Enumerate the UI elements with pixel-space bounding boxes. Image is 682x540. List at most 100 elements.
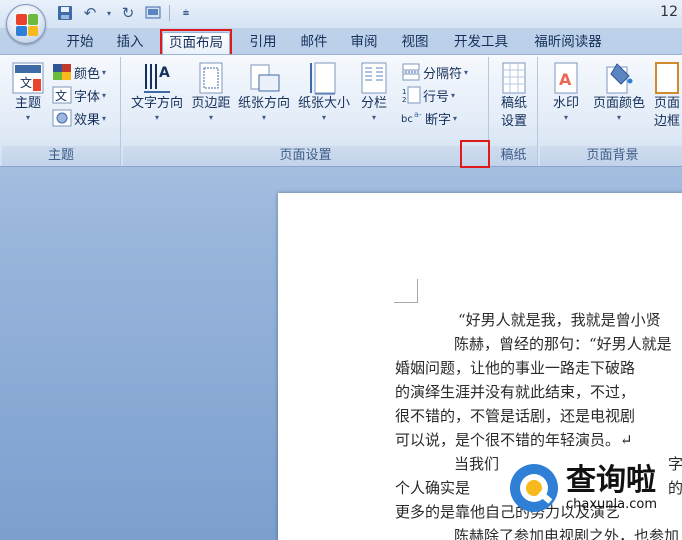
orientation-label: 纸张方向 bbox=[237, 96, 290, 111]
chevron-down-icon: ▾ bbox=[102, 67, 107, 77]
ribbon-tab-bar: 开始 插入 页面布局 引用 邮件 审阅 视图 开发工具 福昕阅读器 bbox=[0, 28, 682, 56]
qat-separator bbox=[169, 5, 170, 21]
themes-button[interactable]: 文 主题 ▾ bbox=[8, 61, 48, 123]
chevron-down-icon: ▾ bbox=[451, 90, 456, 100]
tab-home[interactable]: 开始 bbox=[60, 32, 100, 54]
chevron-down-icon: ▾ bbox=[25, 113, 30, 122]
chevron-down-icon: ▾ bbox=[321, 113, 326, 122]
office-logo-green bbox=[27, 14, 38, 25]
columns-label: 分栏 bbox=[360, 96, 387, 111]
svg-text:bc: bc bbox=[401, 114, 413, 125]
theme-effects-button[interactable]: 效果 ▾ bbox=[52, 107, 106, 129]
office-logo-red bbox=[16, 14, 27, 25]
chevron-down-icon: ▾ bbox=[453, 113, 458, 123]
print-preview-icon[interactable] bbox=[142, 3, 164, 23]
quick-access-toolbar: ↶ ▾ ↻ ⩧ bbox=[54, 3, 197, 23]
theme-colors-button[interactable]: 颜色 ▾ bbox=[52, 61, 106, 83]
watermark-button[interactable]: A 水印 ▾ bbox=[546, 61, 586, 123]
customize-qat-icon[interactable]: ⩧ bbox=[175, 3, 197, 23]
svg-text:2: 2 bbox=[402, 96, 406, 104]
size-label: 纸张大小 bbox=[297, 96, 350, 111]
watermark-domain: chaxunla.com bbox=[566, 497, 657, 512]
text-direction-label: 文字方向 bbox=[130, 96, 183, 111]
paper-size-icon bbox=[310, 62, 336, 95]
tab-developer[interactable]: 开发工具 bbox=[448, 32, 514, 54]
theme-group: 文 主题 ▾ 颜色 ▾ 文 字体 ▾ 效果 ▾ 主题 bbox=[2, 57, 121, 166]
chevron-down-icon: ▾ bbox=[208, 113, 213, 122]
manuscript-group-label: 稿纸 bbox=[490, 146, 537, 166]
office-logo-yellow bbox=[27, 25, 38, 36]
manuscript-settings-label-2: 设置 bbox=[500, 114, 527, 129]
document-line: 可以说，是个很不错的年轻演员。↵ bbox=[395, 431, 633, 449]
watermark-logo-icon bbox=[508, 462, 560, 514]
manuscript-settings-label-1: 稿纸 bbox=[500, 96, 527, 111]
site-watermark: 查询啦 chaxunla.com bbox=[508, 455, 682, 521]
line-numbers-button[interactable]: 12 行号 ▾ bbox=[401, 84, 455, 106]
page-setup-group-label: 页面设置 bbox=[123, 146, 488, 166]
theme-fonts-button[interactable]: 文 字体 ▾ bbox=[52, 84, 106, 106]
tab-foxit-reader[interactable]: 福昕阅读器 bbox=[526, 32, 610, 54]
watermark-label: 水印 bbox=[552, 96, 579, 111]
svg-text:A: A bbox=[159, 65, 170, 81]
svg-text:1: 1 bbox=[402, 88, 406, 96]
tab-insert[interactable]: 插入 bbox=[110, 32, 150, 54]
svg-text:a-: a- bbox=[414, 110, 422, 119]
text-direction-button[interactable]: A 文字方向 ▾ bbox=[125, 61, 189, 123]
breaks-button[interactable]: 分隔符 ▾ bbox=[401, 61, 468, 83]
margins-label: 页边距 bbox=[191, 96, 231, 111]
ribbon: 文 主题 ▾ 颜色 ▾ 文 字体 ▾ 效果 ▾ 主题 A 文字方向 ▾ 页边距 … bbox=[0, 54, 682, 168]
tab-review[interactable]: 审阅 bbox=[344, 32, 384, 54]
document-line: 个人确实是 bbox=[395, 479, 471, 497]
text-direction-icon: A bbox=[144, 64, 170, 93]
document-line: 很不错的，不管是话剧，还是电视剧 bbox=[395, 407, 636, 425]
document-line: 当我们 bbox=[454, 455, 500, 473]
chevron-down-icon: ▾ bbox=[154, 113, 159, 122]
document-line: 的演绎生涯并没有就此结束，不过， bbox=[395, 383, 636, 401]
manuscript-group: 稿纸 设置 稿纸 bbox=[490, 57, 538, 166]
undo-dropdown-icon[interactable]: ▾ bbox=[104, 3, 114, 23]
breaks-label: 分隔符 bbox=[423, 66, 463, 82]
document-line: 婚姻问题，让他的事业一路走下破路 bbox=[395, 359, 636, 377]
hyphenation-label: 断字 bbox=[425, 112, 452, 128]
page-borders-icon bbox=[655, 62, 679, 94]
font-icon: 文 bbox=[52, 86, 72, 104]
columns-button[interactable]: 分栏 ▾ bbox=[355, 61, 393, 123]
tab-view[interactable]: 视图 bbox=[395, 32, 435, 54]
window-title: 12 bbox=[660, 4, 678, 20]
svg-text:文: 文 bbox=[20, 75, 32, 90]
hyphenation-button[interactable]: bc a- 断字 ▾ bbox=[401, 107, 457, 129]
page-background-group: A 水印 ▾ 页面颜色 ▾ 页面 边框 页面背景 bbox=[540, 57, 682, 166]
manuscript-settings-button[interactable]: 稿纸 设置 bbox=[492, 61, 536, 131]
svg-text:A: A bbox=[559, 70, 572, 89]
columns-icon bbox=[361, 62, 387, 94]
page-color-button[interactable]: 页面颜色 ▾ bbox=[588, 61, 650, 123]
page-color-label: 页面颜色 bbox=[592, 96, 645, 111]
office-logo-blue bbox=[16, 25, 27, 36]
chevron-down-icon: ▾ bbox=[616, 113, 621, 122]
tab-mailings[interactable]: 邮件 bbox=[294, 32, 334, 54]
hyphenation-icon: bc a- bbox=[401, 110, 422, 125]
office-button[interactable] bbox=[6, 4, 46, 44]
page-borders-label-1: 页面 bbox=[653, 96, 680, 111]
theme-fonts-label: 字体 bbox=[74, 89, 101, 105]
orientation-button[interactable]: 纸张方向 ▾ bbox=[233, 61, 295, 123]
office-logo-icon bbox=[16, 14, 38, 36]
redo-icon[interactable]: ↻ bbox=[117, 3, 139, 23]
page-borders-button[interactable]: 页面 边框 bbox=[650, 61, 682, 131]
theme-colors-label: 颜色 bbox=[74, 66, 101, 82]
save-icon[interactable] bbox=[54, 3, 76, 23]
tab-page-layout[interactable]: 页面布局 bbox=[160, 29, 232, 56]
page-setup-group: A 文字方向 ▾ 页边距 ▾ 纸张方向 ▾ 纸张大小 ▾ 分栏 ▾ 分隔符 ▾ … bbox=[123, 57, 489, 166]
chevron-down-icon: ▾ bbox=[102, 90, 107, 100]
color-palette-icon bbox=[53, 64, 71, 80]
margins-button[interactable]: 页边距 ▾ bbox=[189, 61, 233, 123]
manuscript-paper-icon bbox=[502, 62, 526, 94]
document-line: 陈赫除了参加电视剧之外，也参加 bbox=[454, 527, 680, 540]
document-line: “好男人就是我，我就是曾小贤 bbox=[458, 311, 661, 329]
themes-icon: 文 bbox=[12, 62, 44, 94]
effects-icon bbox=[52, 109, 72, 127]
size-button[interactable]: 纸张大小 ▾ bbox=[295, 61, 353, 123]
paint-bucket-icon bbox=[606, 63, 633, 94]
undo-icon[interactable]: ↶ bbox=[79, 3, 101, 23]
tab-references[interactable]: 引用 bbox=[243, 32, 283, 54]
